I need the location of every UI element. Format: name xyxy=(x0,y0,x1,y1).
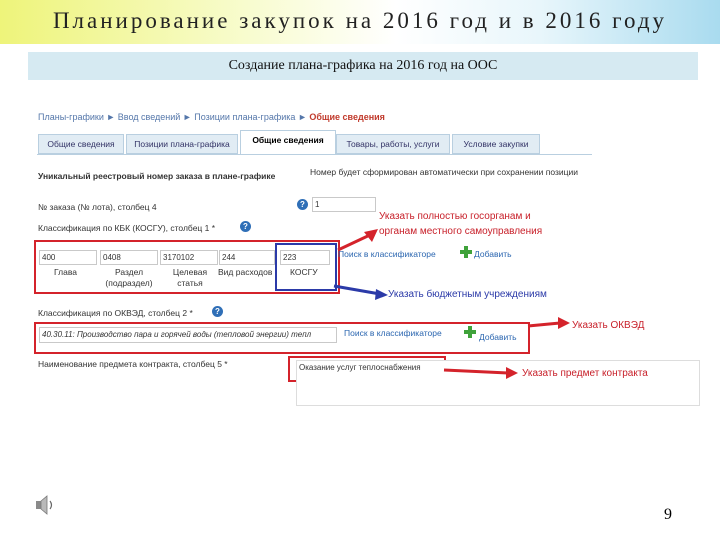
subtitle-bar: Создание плана-графика на 2016 год на ОО… xyxy=(28,52,698,80)
subject-arrow-head xyxy=(506,367,518,379)
kosgu-arrow xyxy=(333,284,381,296)
okved-arrow-head xyxy=(558,317,570,329)
title-bar: Планирование закупок на 2016 год и в 201… xyxy=(0,0,720,44)
subject-arrow xyxy=(443,368,509,375)
screenshot-form: Планы-графики ► Ввод сведений ► Позиции … xyxy=(32,108,700,408)
speaker-icon[interactable] xyxy=(34,494,56,516)
kbk-arrow xyxy=(337,232,373,252)
okved-arrow xyxy=(527,321,561,328)
slide-title: Планирование закупок на 2016 год и в 201… xyxy=(52,8,668,33)
slide-subtitle: Создание плана-графика на 2016 год на ОО… xyxy=(228,58,498,73)
page-number: 9 xyxy=(664,506,672,523)
kosgu-arrow-head xyxy=(375,289,388,300)
annotation-arrows xyxy=(333,229,570,379)
